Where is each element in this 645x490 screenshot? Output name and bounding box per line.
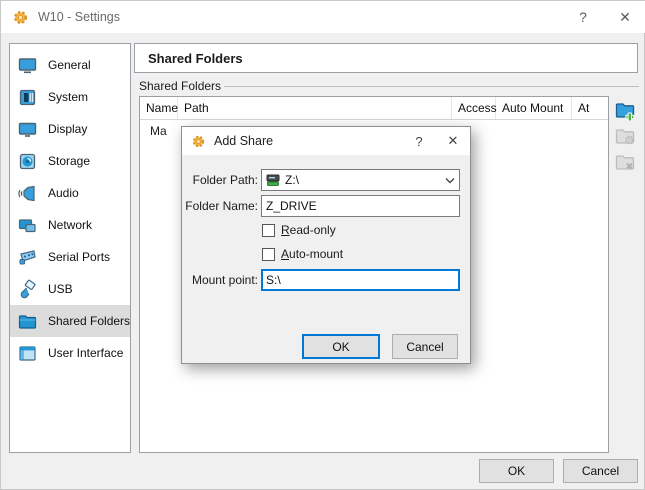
folder-path-combobox[interactable]: Z:\ <box>261 169 460 191</box>
dialog-title-bar[interactable]: Add Share ? ✕ <box>182 127 470 155</box>
sidebar-item-display[interactable]: Display <box>10 113 130 145</box>
sidebar-item-usb[interactable]: USB <box>10 273 130 305</box>
column-header-name: Name <box>140 97 178 119</box>
auto-mount-row: Auto-mount <box>262 247 343 261</box>
general-icon <box>17 55 38 76</box>
shared-folders-icon <box>17 311 38 332</box>
sidebar-item-label: USB <box>48 282 73 296</box>
remove-shared-folder-button[interactable] <box>613 151 638 174</box>
sidebar-item-label: Shared Folders <box>48 314 130 328</box>
sidebar-item-user-interface[interactable]: User Interface <box>10 337 130 369</box>
sidebar-item-label: System <box>48 90 88 104</box>
folder-name-label: Folder Name: <box>182 199 258 213</box>
read-only-checkbox[interactable] <box>262 224 275 237</box>
settings-window: { "window": { "title": "W10 - Settings",… <box>0 0 645 490</box>
system-icon <box>17 87 38 108</box>
user-interface-icon <box>17 343 38 364</box>
table-header-row: Name Path Access Auto Mount At <box>140 97 608 120</box>
edit-shared-folder-button[interactable] <box>613 125 638 148</box>
folder-name-input[interactable] <box>261 195 460 217</box>
usb-icon <box>17 279 38 300</box>
sidebar-item-label: Network <box>48 218 92 232</box>
dialog-close-button[interactable]: ✕ <box>436 127 470 155</box>
dialog-help-button[interactable]: ? <box>402 127 436 155</box>
edit-folder-icon <box>615 127 637 147</box>
audio-icon <box>17 183 38 204</box>
network-drive-icon <box>266 174 280 187</box>
sidebar-item-storage[interactable]: Storage <box>10 145 130 177</box>
dialog-gear-icon <box>191 134 206 149</box>
folder-path-value: Z:\ <box>285 173 440 187</box>
sidebar-item-label: User Interface <box>48 346 123 360</box>
column-header-access: Access <box>452 97 496 119</box>
remove-folder-icon <box>615 153 637 173</box>
sidebar-item-label: Audio <box>48 186 79 200</box>
sidebar-item-shared-folders[interactable]: Shared Folders <box>10 305 130 337</box>
window-title-bar[interactable]: W10 - Settings ? ✕ <box>1 1 645 33</box>
add-folder-icon <box>615 101 637 121</box>
sidebar-item-network[interactable]: Network <box>10 209 130 241</box>
shared-folders-group-label: Shared Folders <box>139 79 221 93</box>
window-help-button[interactable]: ? <box>562 1 604 33</box>
page-title: Shared Folders <box>134 43 638 73</box>
sidebar-item-label: Storage <box>48 154 90 168</box>
mount-point-input[interactable] <box>261 269 460 291</box>
display-icon <box>17 119 38 140</box>
sidebar-item-label: Serial Ports <box>48 250 110 264</box>
sidebar-item-label: General <box>48 58 91 72</box>
group-divider <box>224 86 639 87</box>
chevron-down-icon <box>445 177 455 184</box>
add-share-dialog: Add Share ? ✕ Folder Path: Z:\ Folder Na… <box>181 126 471 364</box>
column-header-at: At <box>572 97 608 119</box>
settings-cancel-button[interactable]: Cancel <box>563 459 638 483</box>
dialog-title: Add Share <box>214 134 402 148</box>
sidebar-item-audio[interactable]: Audio <box>10 177 130 209</box>
window-close-button[interactable]: ✕ <box>604 1 645 33</box>
dialog-ok-button[interactable]: OK <box>302 334 380 359</box>
auto-mount-checkbox[interactable] <box>262 248 275 261</box>
auto-mount-label[interactable]: Auto-mount <box>281 247 343 261</box>
settings-ok-button[interactable]: OK <box>479 459 554 483</box>
dialog-cancel-button[interactable]: Cancel <box>392 334 458 359</box>
serial-ports-icon <box>17 247 38 268</box>
window-title: W10 - Settings <box>38 10 562 24</box>
folder-path-label: Folder Path: <box>182 173 258 187</box>
sidebar-item-general[interactable]: General <box>10 49 130 81</box>
sidebar-item-label: Display <box>48 122 87 136</box>
sidebar-item-serial-ports[interactable]: Serial Ports <box>10 241 130 273</box>
column-header-path: Path <box>178 97 452 119</box>
add-shared-folder-button[interactable] <box>613 99 638 122</box>
settings-gear-icon <box>12 9 29 26</box>
sidebar-item-system[interactable]: System <box>10 81 130 113</box>
folder-actions-toolbar <box>613 99 638 174</box>
mount-point-label: Mount point: <box>182 273 258 287</box>
settings-sidebar: General System Display Storage Audio Net… <box>9 43 131 453</box>
column-header-auto-mount: Auto Mount <box>496 97 572 119</box>
read-only-row: Read-only <box>262 223 336 237</box>
read-only-label[interactable]: Read-only <box>281 223 336 237</box>
network-icon <box>17 215 38 236</box>
storage-icon <box>17 151 38 172</box>
